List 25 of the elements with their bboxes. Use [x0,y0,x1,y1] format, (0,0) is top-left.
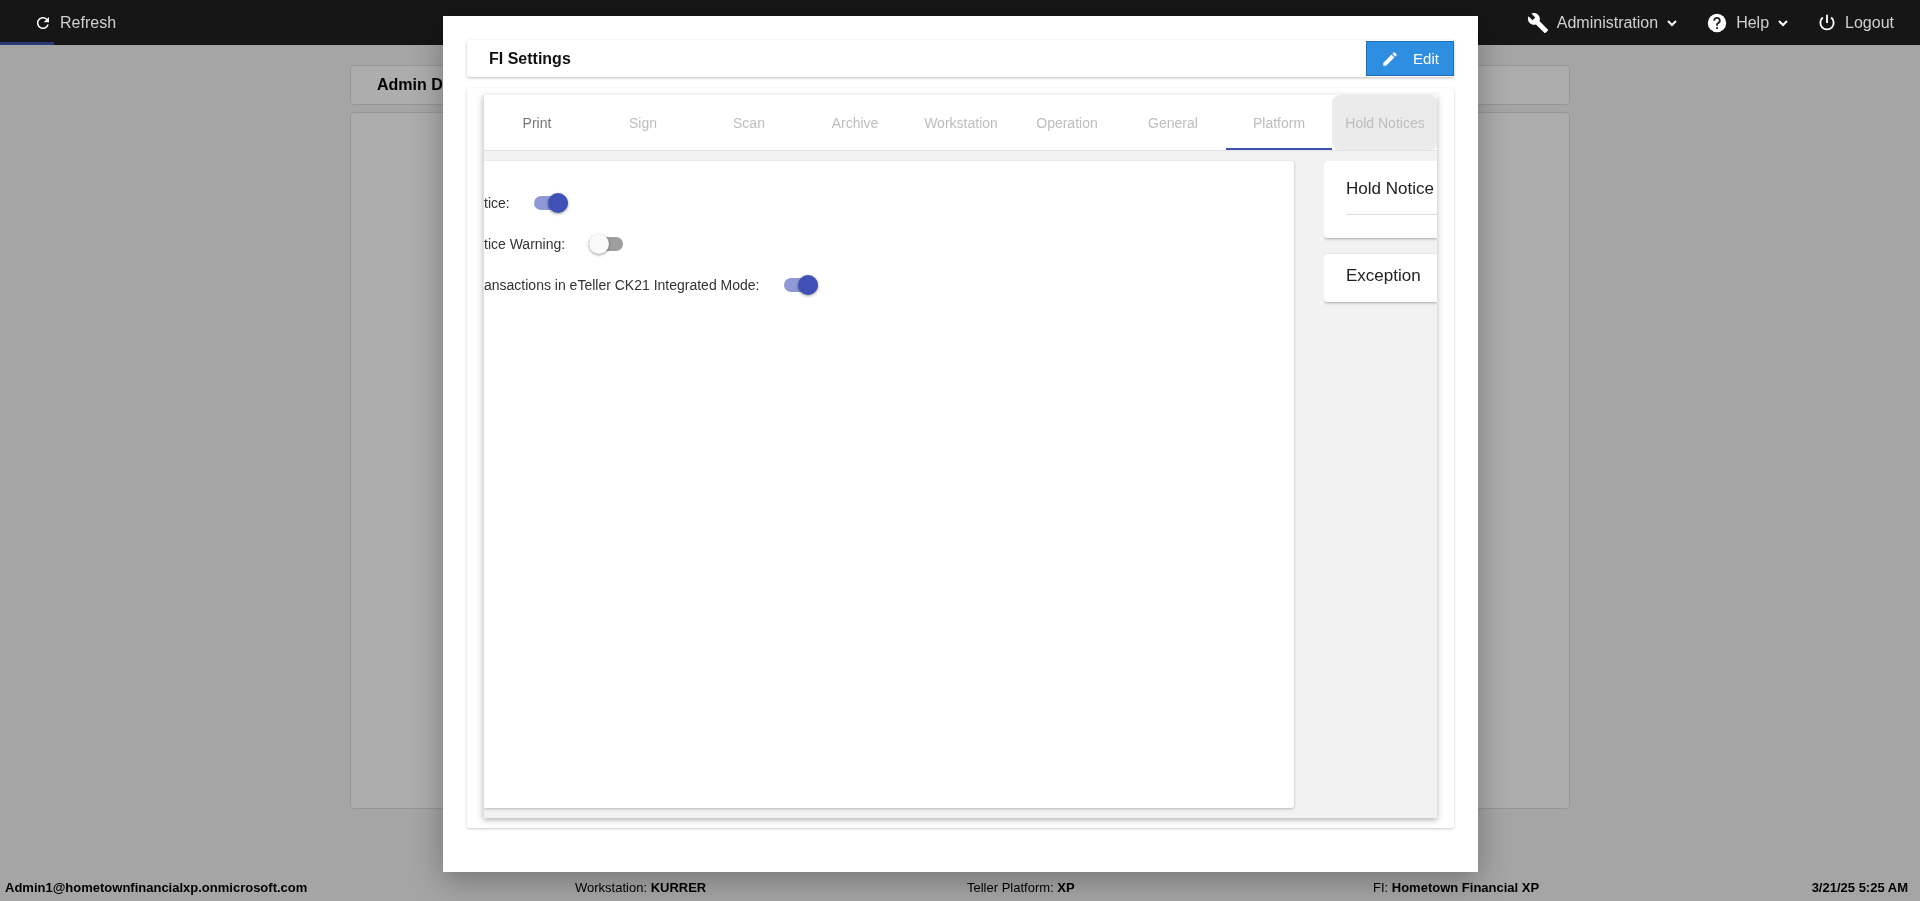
modal-title: FI Settings [489,49,572,68]
status-field: Workstation: KURRER [575,879,967,895]
edit-button[interactable]: Edit [1366,41,1454,76]
toggle-switch[interactable] [533,193,568,213]
power-icon [1817,12,1838,33]
card-title: Hold Notice [1346,179,1434,198]
status-field: Teller Platform: XP [967,879,1373,895]
user-email: Admin1@hometownfinancialxp.onmicrosoft.com [5,879,309,895]
setting-label: tice: [484,195,510,211]
setting-label: ansactions in eTeller CK21 Integrated Mode: [484,277,760,293]
logout-button[interactable]: Logout [1803,0,1908,45]
pencil-icon [1381,49,1400,68]
refresh-button[interactable]: Refresh [20,0,131,45]
date-time: 3/21/25 5:25 AM [1811,879,1908,895]
help-icon [1706,11,1729,34]
card-title: Exception [1346,266,1421,285]
toggle-switch[interactable] [783,275,818,295]
toggle-switch[interactable] [589,234,624,254]
side-card[interactable]: Hold Notice [1324,161,1437,238]
menu-button[interactable]: Help [1692,0,1804,45]
setting-label: tice Warning: [484,236,566,252]
status-field: FI: Hometown Financial XP [1373,879,1812,895]
wrench-icon [1526,11,1549,34]
menu-button[interactable]: Administration [1512,0,1693,45]
side-card[interactable]: Exception [1324,254,1437,302]
